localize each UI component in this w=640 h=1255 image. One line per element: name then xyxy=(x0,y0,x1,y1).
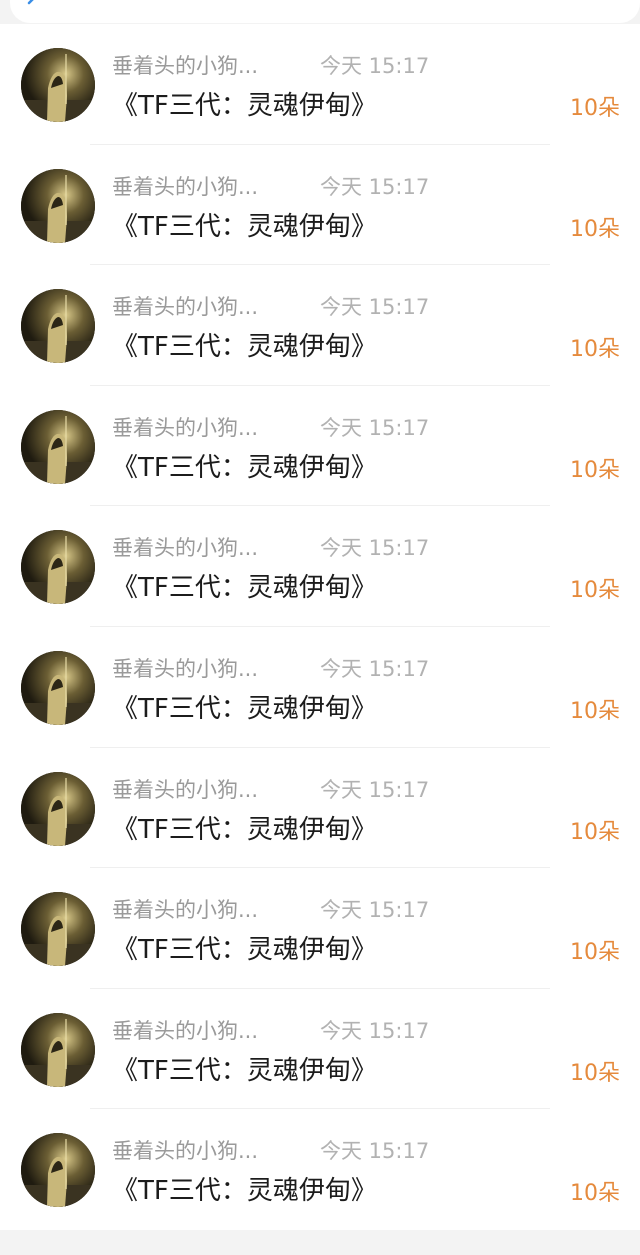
list-item[interactable]: 垂着头的小狗... 今天 15:17 《TF三代：灵魂伊甸》 10朵 xyxy=(0,385,640,507)
list-item[interactable]: 垂着头的小狗... 今天 15:17 《TF三代：灵魂伊甸》 10朵 xyxy=(0,265,640,386)
timestamp: 今天 15:17 xyxy=(320,54,430,78)
avatar[interactable] xyxy=(21,1012,95,1087)
sender-name: 垂着头的小狗... xyxy=(112,1018,259,1043)
avatar[interactable] xyxy=(21,168,95,243)
book-title: 《TF三代：灵魂伊甸》 xyxy=(112,935,377,966)
list-item[interactable]: 垂着头的小狗... 今天 15:17 《TF三代：灵魂伊甸》 10朵 xyxy=(0,1109,640,1230)
timestamp: 今天 15:17 xyxy=(320,295,430,320)
gift-count: 10朵 xyxy=(570,216,620,242)
timestamp: 今天 15:17 xyxy=(320,174,430,199)
gift-count: 10朵 xyxy=(570,698,620,724)
sender-name: 垂着头的小狗... xyxy=(112,536,259,561)
top-bar xyxy=(0,0,640,24)
gift-count: 10朵 xyxy=(570,457,620,483)
list-item[interactable]: 垂着头的小狗... 今天 15:17 《TF三代：灵魂伊甸》 10朵 xyxy=(0,868,640,989)
book-title: 《TF三代：灵魂伊甸》 xyxy=(112,332,377,363)
book-title: 《TF三代：灵魂伊甸》 xyxy=(112,814,377,845)
gift-count: 10朵 xyxy=(570,819,620,845)
book-title: 《TF三代：灵魂伊甸》 xyxy=(112,1176,377,1207)
list-item[interactable]: 垂着头的小狗... 今天 15:17 《TF三代：灵魂伊甸》 10朵 xyxy=(0,24,640,145)
list-item[interactable]: 垂着头的小狗... 今天 15:17 《TF三代：灵魂伊甸》 10朵 xyxy=(0,144,640,266)
gift-count: 10朵 xyxy=(570,1060,620,1086)
book-title: 《TF三代：灵魂伊甸》 xyxy=(112,693,377,724)
gift-record-list: 垂着头的小狗... 今天 15:17 《TF三代：灵魂伊甸》 10朵 垂着头的小… xyxy=(0,24,640,1230)
search-bar[interactable] xyxy=(10,0,640,23)
list-item[interactable]: 垂着头的小狗... 今天 15:17 《TF三代：灵魂伊甸》 10朵 xyxy=(0,747,640,869)
sender-name: 垂着头的小狗... xyxy=(112,174,259,199)
book-title: 《TF三代：灵魂伊甸》 xyxy=(112,1055,377,1086)
avatar[interactable] xyxy=(21,289,95,364)
avatar[interactable] xyxy=(21,650,95,725)
sender-name: 垂着头的小狗... xyxy=(112,295,259,320)
gift-count: 10朵 xyxy=(570,940,620,966)
sender-name: 垂着头的小狗... xyxy=(112,54,259,78)
sender-name: 垂着头的小狗... xyxy=(112,1139,259,1164)
list-item[interactable]: 垂着头的小狗... 今天 15:17 《TF三代：灵魂伊甸》 10朵 xyxy=(0,626,640,748)
gift-count: 10朵 xyxy=(570,337,620,363)
book-title: 《TF三代：灵魂伊甸》 xyxy=(112,211,377,242)
sender-name: 垂着头的小狗... xyxy=(112,777,259,802)
list-item[interactable]: 垂着头的小狗... 今天 15:17 《TF三代：灵魂伊甸》 10朵 xyxy=(0,988,640,1110)
avatar[interactable] xyxy=(21,530,95,605)
gift-count: 10朵 xyxy=(570,96,620,121)
book-title: 《TF三代：灵魂伊甸》 xyxy=(112,91,377,121)
avatar[interactable] xyxy=(21,409,95,484)
sender-name: 垂着头的小狗... xyxy=(112,656,259,681)
timestamp: 今天 15:17 xyxy=(320,536,430,561)
timestamp: 今天 15:17 xyxy=(320,656,430,681)
sender-name: 垂着头的小狗... xyxy=(112,898,259,923)
avatar[interactable] xyxy=(21,1133,95,1208)
avatar[interactable] xyxy=(21,48,95,122)
sender-name: 垂着头的小狗... xyxy=(112,415,259,440)
timestamp: 今天 15:17 xyxy=(320,898,430,923)
book-title: 《TF三代：灵魂伊甸》 xyxy=(112,573,377,604)
gift-count: 10朵 xyxy=(570,1181,620,1207)
avatar[interactable] xyxy=(21,771,95,846)
book-title: 《TF三代：灵魂伊甸》 xyxy=(112,452,377,483)
timestamp: 今天 15:17 xyxy=(320,777,430,802)
timestamp: 今天 15:17 xyxy=(320,1018,430,1043)
timestamp: 今天 15:17 xyxy=(320,1139,430,1164)
chevron-left-icon[interactable] xyxy=(26,0,38,8)
list-item[interactable]: 垂着头的小狗... 今天 15:17 《TF三代：灵魂伊甸》 10朵 xyxy=(0,506,640,627)
timestamp: 今天 15:17 xyxy=(320,415,430,440)
avatar[interactable] xyxy=(21,892,95,967)
gift-count: 10朵 xyxy=(570,578,620,604)
